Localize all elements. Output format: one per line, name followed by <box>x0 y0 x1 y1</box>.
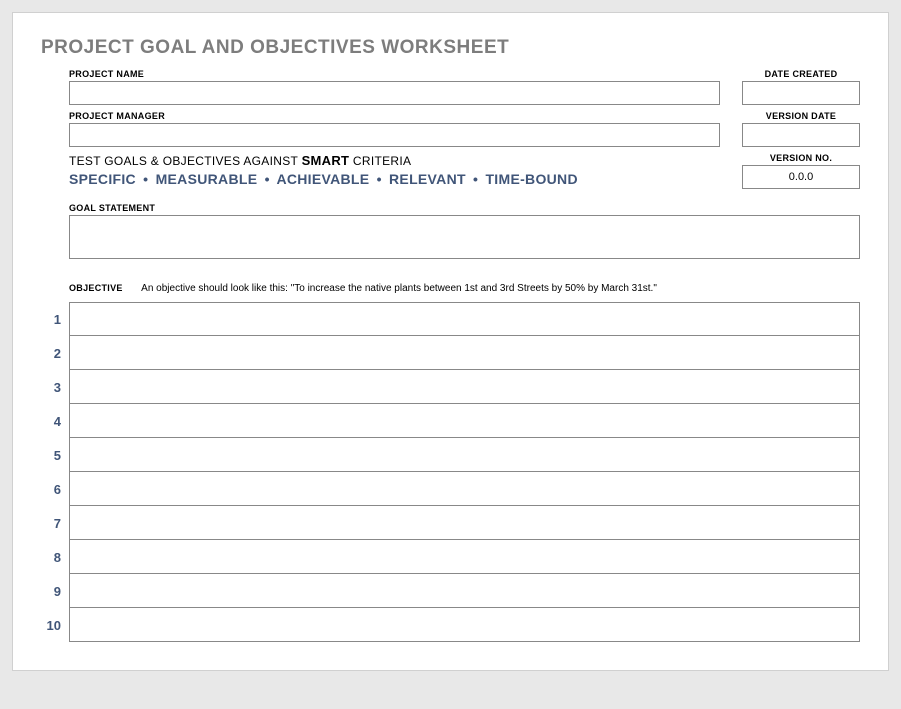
worksheet-page: PROJECT GOAL AND OBJECTIVES WORKSHEET PR… <box>12 12 889 671</box>
objective-row: 6 <box>41 472 860 506</box>
project-manager-label: PROJECT MANAGER <box>69 111 720 121</box>
objective-input-10[interactable] <box>69 608 860 642</box>
row-number: 5 <box>41 448 69 463</box>
top-fields-section: PROJECT NAME PROJECT MANAGER TEST GOALS … <box>69 69 860 195</box>
smart-prefix: TEST GOALS & OBJECTIVES AGAINST <box>69 154 302 168</box>
smart-criteria-text: TEST GOALS & OBJECTIVES AGAINST SMART CR… <box>69 153 720 168</box>
objective-input-2[interactable] <box>69 336 860 370</box>
objective-row: 10 <box>41 608 860 642</box>
project-name-group: PROJECT NAME <box>69 69 720 105</box>
row-number: 9 <box>41 584 69 599</box>
row-number: 2 <box>41 346 69 361</box>
objective-input-9[interactable] <box>69 574 860 608</box>
objective-input-8[interactable] <box>69 540 860 574</box>
goal-statement-label: GOAL STATEMENT <box>69 203 860 213</box>
version-no-label: VERSION NO. <box>742 153 860 163</box>
smart-word-achievable: ACHIEVABLE <box>276 171 369 187</box>
version-date-label: VERSION DATE <box>742 111 860 121</box>
goal-statement-input[interactable] <box>69 215 860 259</box>
objective-row: 7 <box>41 506 860 540</box>
smart-word-specific: SPECIFIC <box>69 171 136 187</box>
bullet-separator: • <box>473 171 478 187</box>
row-number: 8 <box>41 550 69 565</box>
goal-statement-section: GOAL STATEMENT <box>69 203 860 264</box>
smart-word-measurable: MEASURABLE <box>156 171 258 187</box>
smart-word-relevant: RELEVANT <box>389 171 466 187</box>
row-number: 10 <box>41 618 69 633</box>
project-manager-input[interactable] <box>69 123 720 147</box>
version-no-group: VERSION NO. <box>742 153 860 189</box>
objective-row: 4 <box>41 404 860 438</box>
date-created-group: DATE CREATED <box>742 69 860 105</box>
objective-input-4[interactable] <box>69 404 860 438</box>
objective-label: OBJECTIVE <box>69 283 123 293</box>
bullet-separator: • <box>377 171 382 187</box>
row-number: 4 <box>41 414 69 429</box>
objective-input-7[interactable] <box>69 506 860 540</box>
left-column: PROJECT NAME PROJECT MANAGER TEST GOALS … <box>69 69 720 195</box>
row-number: 1 <box>41 312 69 327</box>
project-manager-group: PROJECT MANAGER <box>69 111 720 147</box>
objective-input-6[interactable] <box>69 472 860 506</box>
right-column: DATE CREATED VERSION DATE VERSION NO. <box>742 69 860 195</box>
objective-row: 9 <box>41 574 860 608</box>
version-no-input[interactable] <box>742 165 860 189</box>
row-number: 6 <box>41 482 69 497</box>
objective-row: 1 <box>41 302 860 336</box>
date-created-label: DATE CREATED <box>742 69 860 79</box>
objective-row: 5 <box>41 438 860 472</box>
objective-input-3[interactable] <box>69 370 860 404</box>
smart-suffix: CRITERIA <box>349 154 411 168</box>
objectives-list: 1 2 3 4 5 6 7 8 <box>41 302 860 642</box>
project-name-input[interactable] <box>69 81 720 105</box>
row-number: 3 <box>41 380 69 395</box>
bullet-separator: • <box>265 171 270 187</box>
objective-input-5[interactable] <box>69 438 860 472</box>
objective-row: 3 <box>41 370 860 404</box>
row-number: 7 <box>41 516 69 531</box>
date-created-input[interactable] <box>742 81 860 105</box>
version-date-input[interactable] <box>742 123 860 147</box>
objective-row: 2 <box>41 336 860 370</box>
page-title: PROJECT GOAL AND OBJECTIVES WORKSHEET <box>41 37 860 59</box>
smart-words: SPECIFIC • MEASURABLE • ACHIEVABLE • REL… <box>69 171 720 187</box>
project-name-label: PROJECT NAME <box>69 69 720 79</box>
objective-input-1[interactable] <box>69 302 860 336</box>
version-date-group: VERSION DATE <box>742 111 860 147</box>
objective-row: 8 <box>41 540 860 574</box>
smart-strong: SMART <box>302 153 350 168</box>
objective-hint: An objective should look like this: "To … <box>141 283 657 294</box>
objective-header: OBJECTIVE An objective should look like … <box>69 278 860 296</box>
smart-word-timebound: TIME-BOUND <box>485 171 577 187</box>
bullet-separator: • <box>143 171 148 187</box>
